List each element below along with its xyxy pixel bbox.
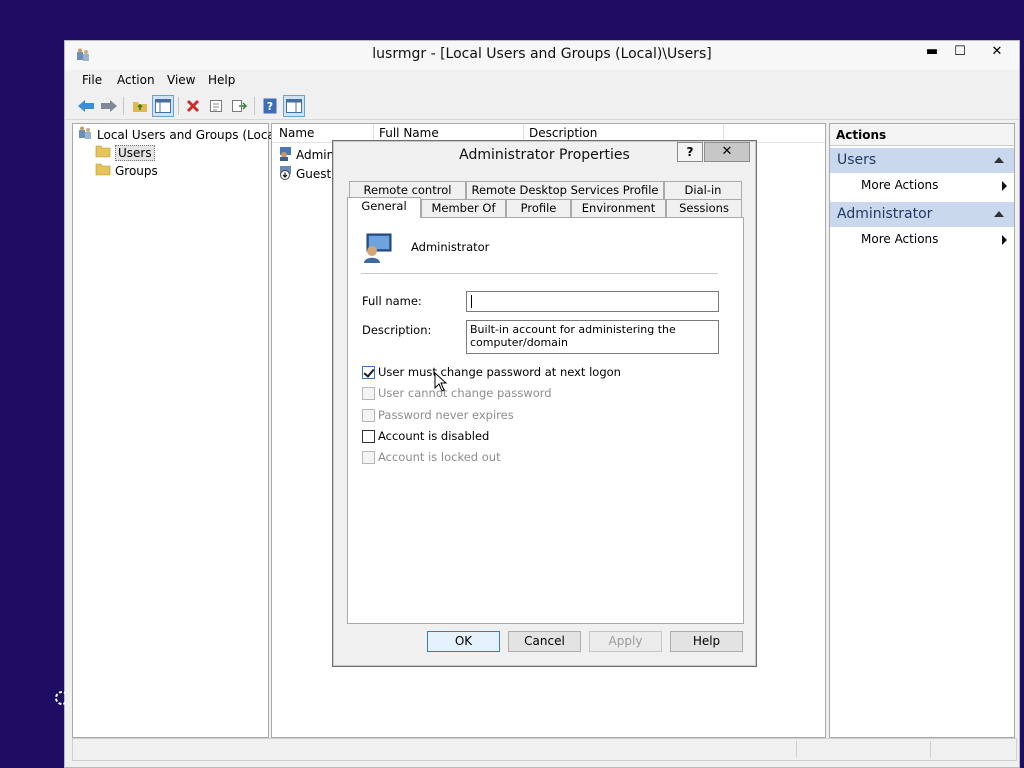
checkbox-icon[interactable]: [362, 429, 375, 443]
checkbox-icon: [362, 408, 375, 422]
mouse-cursor-icon: [434, 371, 448, 395]
tab-environment[interactable]: Environment: [571, 199, 666, 217]
dialog-help-button[interactable]: ?: [677, 142, 703, 162]
status-divider: [930, 741, 931, 758]
folder-icon: [95, 144, 111, 161]
user-name: Administrator: [411, 240, 490, 254]
list-item[interactable]: Admin: [278, 146, 334, 163]
checkbox-checked-icon[interactable]: [362, 365, 375, 379]
show-hide-action-pane-icon[interactable]: [283, 95, 305, 117]
toolbar-separator: [178, 97, 179, 115]
checkbox-password-never-expires: Password never expires: [362, 408, 514, 422]
tab-dial-in[interactable]: Dial-in: [664, 181, 742, 199]
administrator-properties-dialog: Administrator Properties ? ✕ Remote cont…: [332, 140, 757, 667]
menu-action[interactable]: Action: [117, 73, 155, 87]
forward-arrow-icon[interactable]: [98, 95, 120, 117]
loading-spinner-icon: [52, 688, 69, 711]
delete-icon[interactable]: [182, 95, 204, 117]
tab-member-of[interactable]: Member Of: [421, 199, 506, 217]
submenu-arrow-icon: [1002, 235, 1007, 245]
column-header-full-name[interactable]: Full Name: [379, 126, 439, 140]
dialog-title-bar[interactable]: Administrator Properties ? ✕: [333, 141, 756, 169]
help-icon[interactable]: ?: [259, 95, 281, 117]
checkbox-icon: [362, 386, 375, 400]
toolbar-separator: [254, 97, 255, 115]
more-actions-administrator[interactable]: More Actions: [861, 232, 1011, 250]
show-hide-console-tree-icon[interactable]: [152, 95, 174, 117]
tree-item-groups[interactable]: Groups: [95, 162, 158, 179]
submenu-arrow-icon: [1002, 181, 1007, 191]
status-divider: [796, 741, 797, 758]
back-arrow-icon[interactable]: [75, 95, 97, 117]
more-actions-users[interactable]: More Actions: [861, 178, 1011, 196]
svg-text:?: ?: [267, 100, 273, 113]
title-bar[interactable]: lusrmgr - [Local Users and Groups (Local…: [65, 41, 1019, 70]
tab-remote-desktop-services-profile[interactable]: Remote Desktop Services Profile: [466, 181, 664, 199]
status-bar: [72, 738, 1017, 761]
menu-bar: File Action View Help: [65, 70, 1019, 92]
menu-view[interactable]: View: [167, 73, 195, 87]
actions-section-users[interactable]: Users: [830, 148, 1014, 173]
more-actions-label: More Actions: [861, 232, 939, 246]
actions-title: Actions: [830, 124, 1014, 146]
list-item[interactable]: Guest: [278, 165, 331, 182]
more-actions-label: More Actions: [861, 178, 939, 192]
close-button[interactable]: ✕: [977, 41, 1017, 62]
window-title: lusrmgr - [Local Users and Groups (Local…: [372, 46, 712, 62]
column-header-description[interactable]: Description: [529, 126, 597, 140]
tree-root[interactable]: Local Users and Groups (Local): [77, 126, 283, 143]
full-name-input[interactable]: [466, 291, 719, 312]
user-icon: [278, 146, 293, 164]
console-tree: Local Users and Groups (Local) Users Gro…: [72, 123, 283, 738]
menu-help[interactable]: Help: [208, 73, 235, 87]
description-input[interactable]: Built-in account for administering the c…: [466, 320, 719, 354]
apply-button[interactable]: Apply: [589, 631, 662, 652]
help-button[interactable]: Help: [670, 631, 743, 652]
export-list-icon[interactable]: [228, 95, 250, 117]
column-header-name[interactable]: Name: [279, 126, 314, 140]
description-label: Description:: [362, 323, 432, 337]
folder-icon: [95, 162, 111, 179]
checkbox-account-locked-out: Account is locked out: [362, 450, 501, 464]
properties-icon[interactable]: [205, 95, 227, 117]
menu-file[interactable]: File: [82, 73, 102, 87]
checkbox-label: User must change password at next logon: [378, 365, 621, 379]
toolbar-separator: [123, 97, 124, 115]
checkbox-account-disabled[interactable]: Account is disabled: [362, 429, 489, 443]
tree-item-users[interactable]: Users: [95, 144, 155, 161]
checkbox-label: User cannot change password: [378, 386, 552, 400]
dialog-close-button[interactable]: ✕: [704, 142, 750, 162]
actions-section-administrator[interactable]: Administrator: [830, 202, 1014, 227]
checkbox-label: Password never expires: [378, 408, 514, 422]
user-account-icon: [361, 232, 393, 264]
actions-pane: Actions Users More Actions Administrator…: [829, 123, 1015, 738]
toolbar: ?: [65, 92, 1019, 120]
tree-item-label: Groups: [115, 163, 158, 178]
collapse-icon[interactable]: [994, 157, 1004, 163]
cancel-button[interactable]: Cancel: [508, 631, 581, 652]
text-caret: [471, 295, 472, 308]
divider: [361, 273, 718, 274]
actions-section-label: Users: [837, 152, 877, 168]
checkbox-label: Account is locked out: [378, 450, 501, 464]
checkbox-icon: [362, 450, 375, 464]
tab-sessions[interactable]: Sessions: [666, 199, 742, 217]
tree-root-label: Local Users and Groups (Local): [97, 127, 283, 142]
tree-item-label: Users: [115, 144, 155, 161]
full-name-label: Full name:: [362, 294, 422, 308]
users-groups-icon: [77, 125, 93, 144]
checkbox-must-change-password[interactable]: User must change password at next logon: [362, 365, 621, 379]
checkbox-cannot-change-password: User cannot change password: [362, 386, 552, 400]
tab-general[interactable]: General: [347, 197, 421, 218]
maximize-button[interactable]: ☐: [943, 41, 977, 62]
list-item-name: Admin: [296, 147, 335, 162]
disabled-user-icon: [278, 165, 293, 183]
checkbox-label: Account is disabled: [378, 429, 490, 443]
list-item-name: Guest: [296, 166, 332, 181]
actions-section-label: Administrator: [837, 206, 933, 222]
tab-profile[interactable]: Profile: [506, 199, 571, 217]
up-folder-icon[interactable]: [129, 95, 151, 117]
collapse-icon[interactable]: [994, 211, 1004, 217]
ok-button[interactable]: OK: [427, 631, 500, 652]
